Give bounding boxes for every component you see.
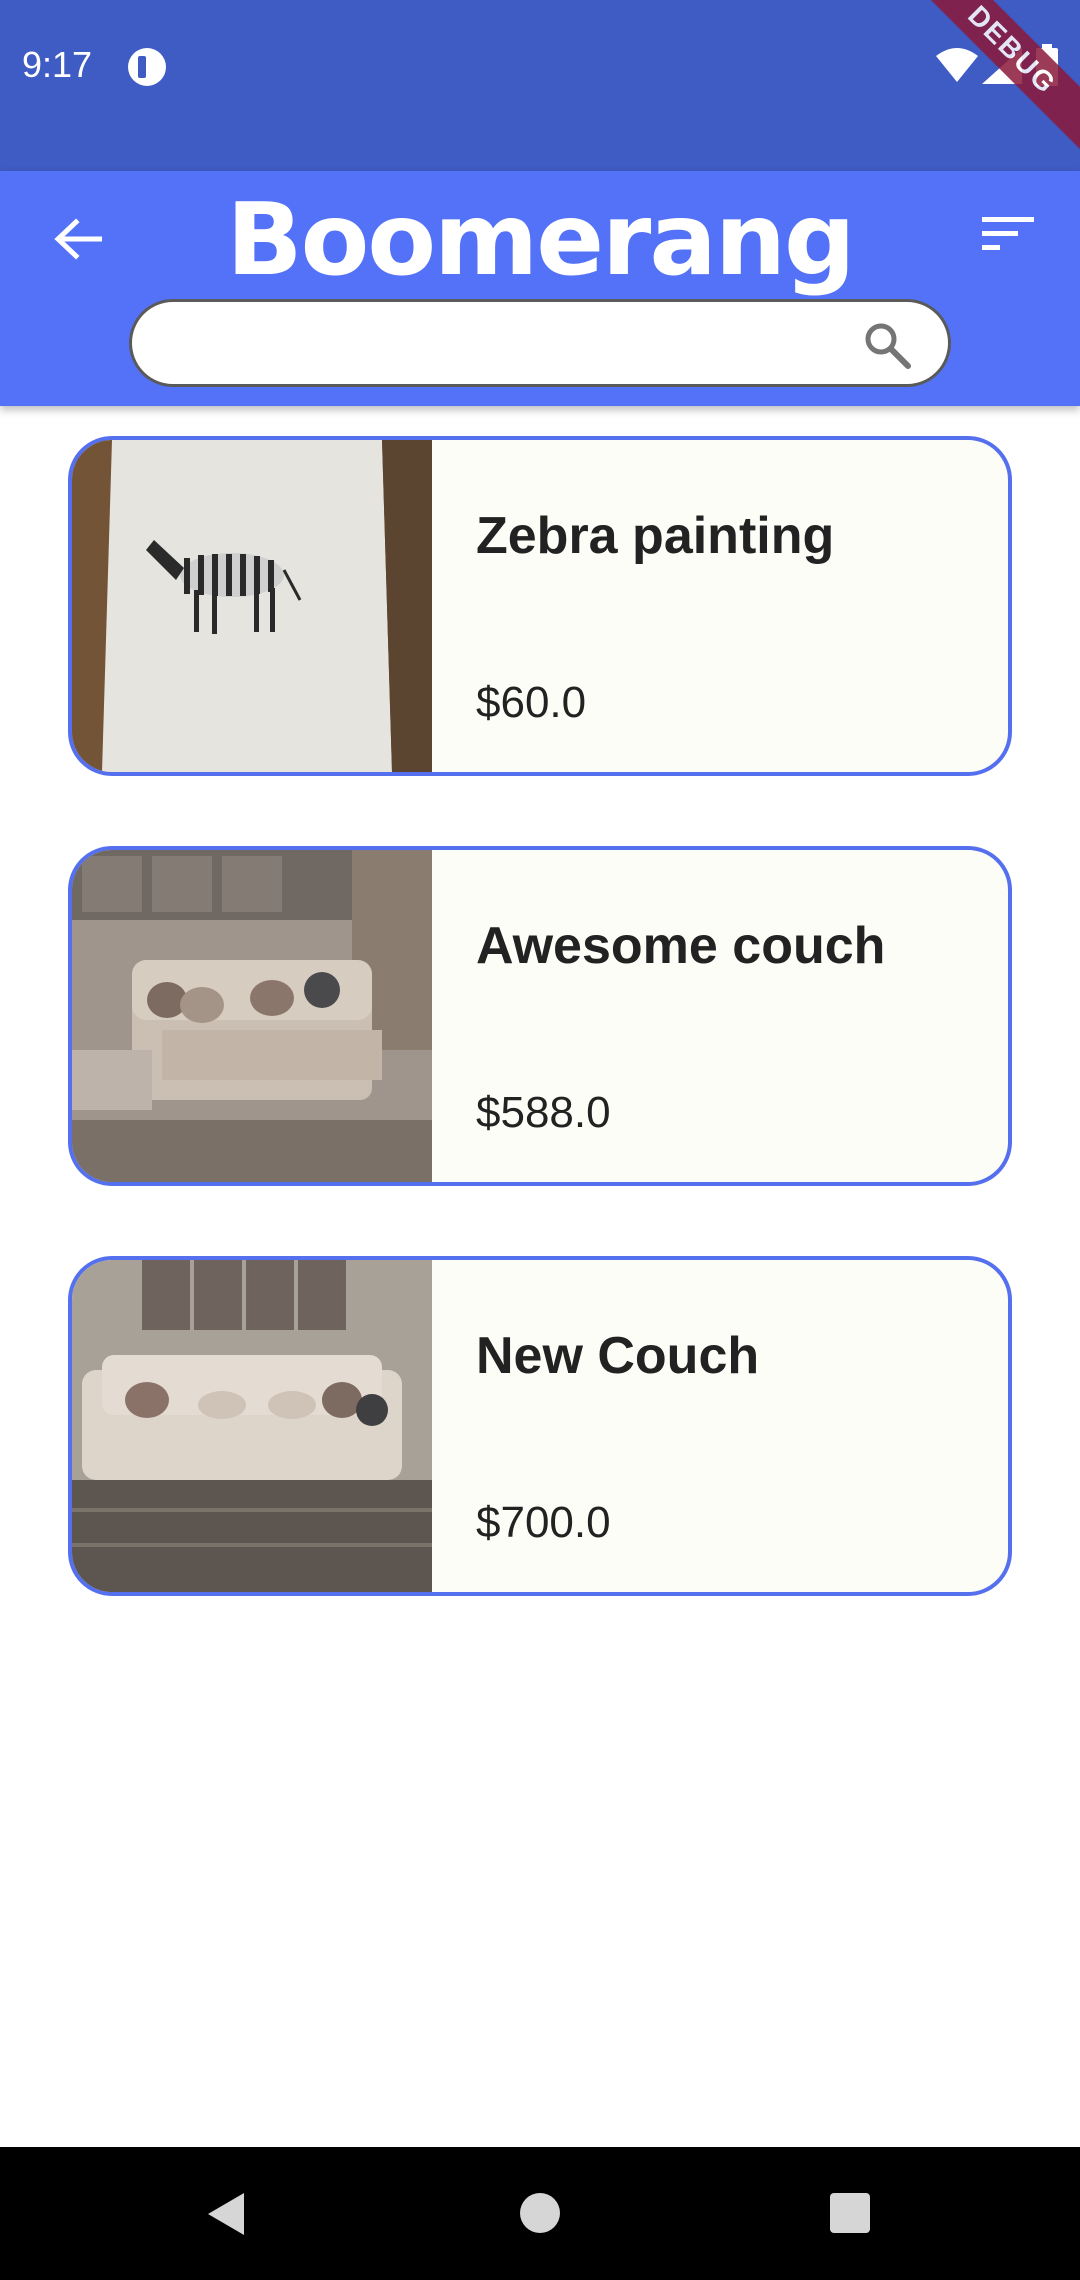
product-card[interactable]: New Couch $700.0 [68,1256,1012,1596]
app-title: Boomerang [226,181,855,298]
product-name: Zebra painting [476,507,835,565]
product-card[interactable]: Zebra painting $60.0 [68,436,1012,776]
app-bar: Boomerang [0,171,1080,406]
status-bar: 9:17 DEBUG [0,0,1080,171]
product-name: Awesome couch [476,917,886,975]
screen: 9:17 DEBUG Boomerang Zebra painting $60.… [0,0,1080,2280]
nav-back-icon[interactable] [206,2191,246,2237]
product-card[interactable]: Awesome couch $588.0 [68,846,1012,1186]
product-price: $700.0 [476,1498,611,1547]
wifi-icon [936,48,978,82]
product-price: $60.0 [476,678,587,727]
nav-recents-icon[interactable] [830,2193,870,2233]
sort-filter-button[interactable] [980,213,1050,269]
product-price: $588.0 [476,1088,611,1137]
system-nav-bar [0,2147,1080,2280]
white-couch-photo [72,1260,432,1592]
sort-filter-icon [982,217,1034,250]
beige-couch-photo [72,850,432,1182]
product-name: New Couch [476,1327,760,1385]
nav-home-icon[interactable] [520,2193,560,2233]
search-icon[interactable] [862,320,912,370]
search-input[interactable] [129,299,951,387]
app-notification-icon [128,48,166,86]
status-time: 9:17 [22,44,93,85]
zebra-painting-photo [72,440,432,772]
